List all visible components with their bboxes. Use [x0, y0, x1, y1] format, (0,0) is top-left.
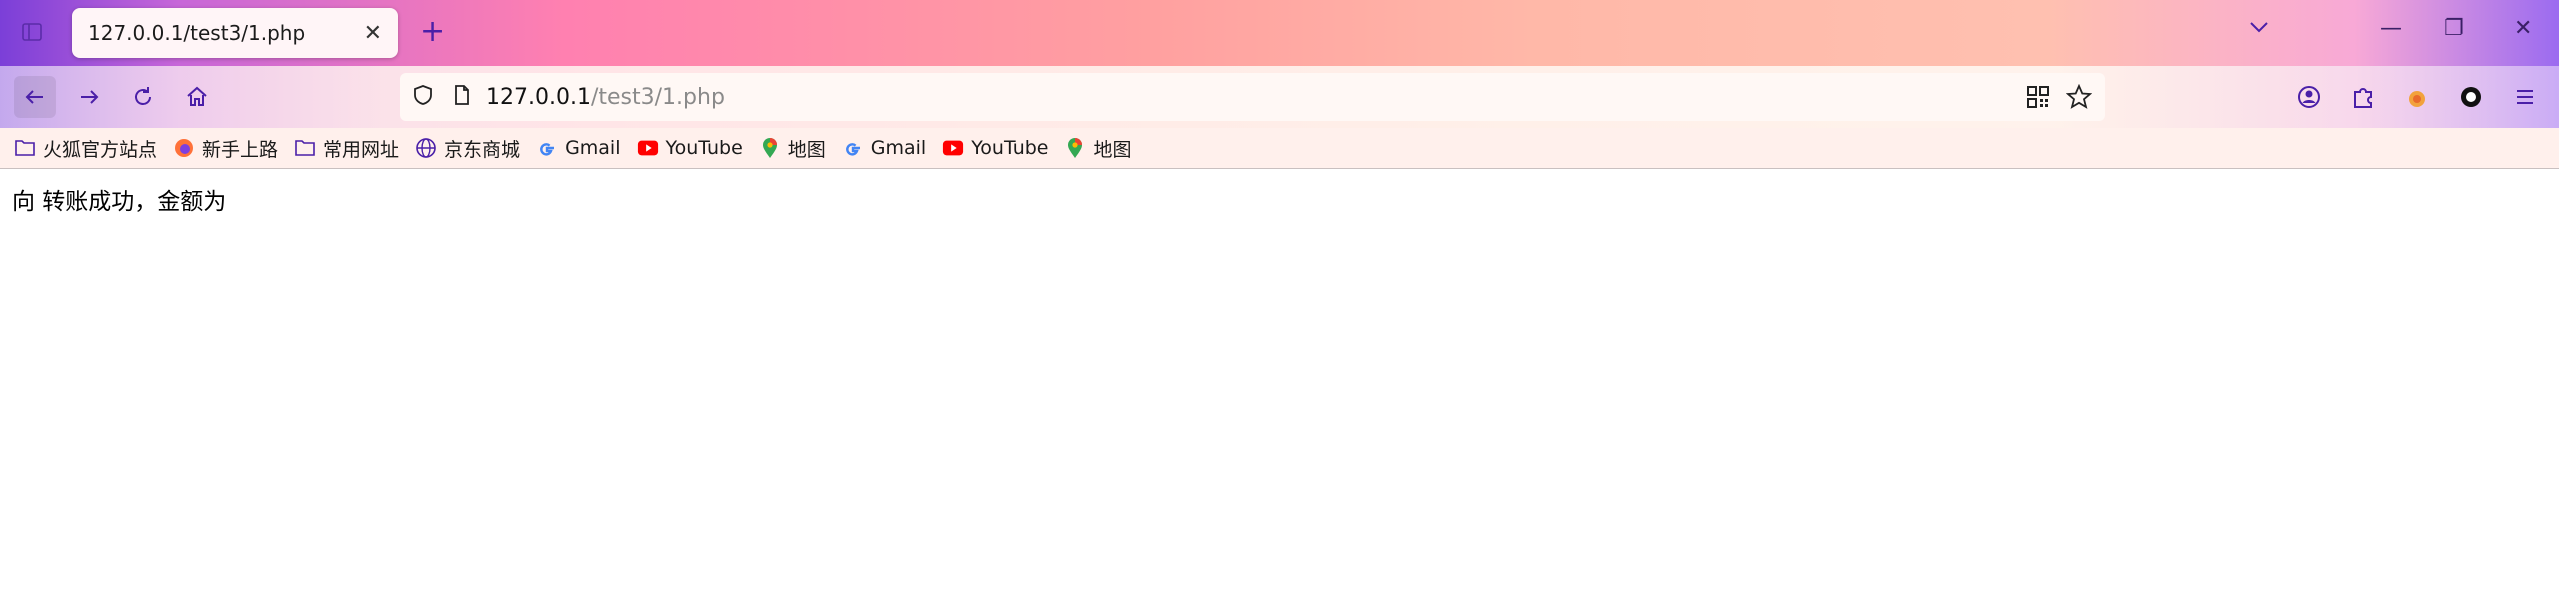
- bookmark-label: Gmail: [565, 137, 621, 159]
- url-bar[interactable]: 127.0.0.1/test3/1.php: [400, 73, 2105, 121]
- bookmark-label: Gmail: [870, 137, 927, 159]
- extensions-button[interactable]: [2342, 76, 2384, 118]
- tab-title: 127.0.0.1/test3/1.php: [88, 21, 306, 45]
- browser-chrome: 127.0.0.1/test3/1.php ✕ + — ❐ ✕ 127.0.0.…: [0, 0, 2559, 168]
- bookmark-item[interactable]: 地图: [759, 135, 826, 162]
- restore-button[interactable]: ❐: [2444, 16, 2464, 41]
- bookmark-item[interactable]: YouTube: [637, 137, 743, 159]
- tab-list-button[interactable]: [2248, 16, 2270, 44]
- arrow-right-icon: [81, 90, 99, 104]
- account-button[interactable]: [2288, 76, 2330, 118]
- minimize-button[interactable]: —: [2380, 16, 2402, 41]
- sidebar-icon: [22, 23, 42, 41]
- bookmark-label: 新手上路: [202, 138, 279, 161]
- circle-icon: [2461, 87, 2481, 107]
- puzzle-icon: [2354, 88, 2372, 108]
- extension-icon: [2409, 91, 2425, 107]
- maps-pin-icon: [1064, 137, 1086, 159]
- shield-icon[interactable]: [412, 84, 434, 110]
- active-tab[interactable]: 127.0.0.1/test3/1.php ✕: [72, 8, 398, 58]
- url-path: /test3/1.php: [590, 84, 725, 110]
- folder-icon: [14, 137, 36, 159]
- chevron-down-icon: [2250, 22, 2268, 33]
- page-message: 向 转账成功，金额为: [12, 189, 227, 215]
- google-icon: [842, 137, 864, 159]
- title-bar: 127.0.0.1/test3/1.php ✕ + — ❐ ✕: [0, 0, 2559, 66]
- bookmark-item[interactable]: 地图: [1064, 135, 1132, 162]
- globe-icon: [415, 137, 437, 159]
- reload-icon: [135, 87, 151, 105]
- bookmark-label: YouTube: [971, 137, 1049, 159]
- bookmark-item[interactable]: Gmail: [842, 137, 926, 159]
- bookmark-label: 地图: [787, 138, 826, 161]
- sidebar-toggle-button[interactable]: [14, 14, 50, 50]
- hamburger-menu-icon: [2517, 90, 2533, 104]
- reload-button[interactable]: [122, 76, 164, 118]
- account-icon: [2298, 86, 2320, 108]
- folder-icon: [294, 137, 316, 159]
- bookmark-item[interactable]: 火狐官方站点: [14, 135, 157, 162]
- maps-pin-icon: [759, 137, 781, 159]
- burp-extension-button[interactable]: [2396, 76, 2438, 118]
- home-button[interactable]: [176, 76, 218, 118]
- url-text[interactable]: 127.0.0.1/test3/1.php: [486, 85, 725, 110]
- toolbar-divider: [0, 168, 2559, 169]
- bookmark-label: 常用网址: [323, 138, 400, 161]
- page-icon[interactable]: [452, 84, 472, 110]
- bookmark-label: 火狐官方站点: [43, 138, 158, 161]
- back-button[interactable]: [14, 76, 56, 118]
- menu-button[interactable]: [2504, 76, 2546, 118]
- youtube-icon: [942, 137, 964, 159]
- google-icon: [536, 137, 558, 159]
- url-host: 127.0.0.1: [486, 84, 591, 110]
- forward-button[interactable]: [68, 76, 110, 118]
- bookmark-item[interactable]: YouTube: [942, 137, 1048, 159]
- tab-close-icon[interactable]: ✕: [364, 21, 382, 46]
- bookmark-label: YouTube: [665, 137, 743, 159]
- bookmark-item[interactable]: 常用网址: [294, 135, 399, 162]
- bookmark-label: 地图: [1093, 138, 1132, 161]
- home-icon: [187, 86, 207, 106]
- arrow-left-icon: [25, 90, 43, 104]
- youtube-icon: [637, 137, 659, 159]
- bookmark-item[interactable]: 新手上路: [173, 135, 278, 162]
- record-extension-button[interactable]: [2450, 76, 2492, 118]
- star-icon[interactable]: [2065, 83, 2093, 114]
- bookmark-item[interactable]: Gmail: [536, 137, 621, 159]
- close-window-button[interactable]: ✕: [2514, 16, 2532, 41]
- bookmark-item[interactable]: 京东商城: [415, 135, 520, 162]
- new-tab-button[interactable]: +: [420, 14, 445, 50]
- bookmark-label: 京东商城: [444, 138, 521, 161]
- navigation-toolbar: 127.0.0.1/test3/1.php: [0, 66, 2559, 157]
- firefox-icon: [173, 137, 195, 159]
- qr-code-icon[interactable]: [2026, 85, 2050, 113]
- bookmarks-toolbar: 火狐官方站点 新手上路 常用网址 京东商城 Gmail YouTube 地图 Gmail You…: [0, 128, 2559, 168]
